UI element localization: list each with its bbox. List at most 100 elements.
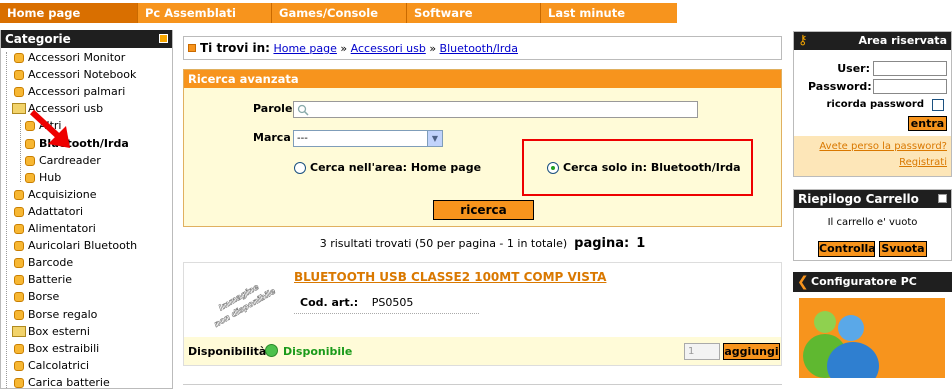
breadcrumb-separator: »: [340, 42, 348, 55]
breadcrumb-link-home[interactable]: Home page: [273, 42, 336, 55]
breadcrumb-square-icon: [188, 44, 196, 52]
bullet-icon: [14, 275, 24, 286]
remember-checkbox[interactable]: [932, 99, 944, 111]
register-link[interactable]: Registrati: [899, 157, 947, 168]
tab-pc-assemblati[interactable]: Pc Assemblati: [137, 3, 271, 23]
user-input[interactable]: [873, 61, 947, 76]
breadcrumb-link-accessori-usb[interactable]: Accessori usb: [351, 42, 426, 55]
sidebar-item-label: Accessori palmari: [28, 85, 126, 99]
configurator-box: ❮ Configuratore PC: [793, 272, 952, 389]
cart-empty-text: Il carrello e' vuoto: [827, 217, 918, 228]
bullet-icon: [14, 87, 24, 98]
product-card: Immagine non disponibile BLUETOOTH USB C…: [183, 262, 782, 366]
bullet-icon: [14, 309, 24, 320]
sidebar-title: Categorie: [5, 32, 71, 46]
bullet-icon: [14, 53, 24, 63]
quantity-input[interactable]: 1: [684, 343, 720, 360]
cart-check-button[interactable]: Controlla: [818, 241, 876, 257]
highlight-box: [522, 139, 753, 196]
brand-label: Marca: [253, 131, 291, 144]
login-button[interactable]: entra: [908, 116, 947, 131]
sidebar-item-label: Calcolatrici: [28, 358, 90, 372]
sidebar-header: Categorie: [1, 30, 172, 48]
sidebar-item-label: Accessori Notebook: [28, 68, 137, 82]
bullet-icon: [14, 292, 24, 303]
product-code: Cod. art.: PS0505: [300, 296, 413, 309]
breadcrumb-link-bluetooth[interactable]: Bluetooth/Irda: [440, 42, 518, 55]
results-count: 3 risultati trovati (50 per pagina - 1 i…: [319, 237, 568, 250]
key-icon: ⚷: [798, 33, 808, 48]
product-code-value: PS0505: [371, 296, 414, 309]
words-label: Parole: [253, 102, 293, 115]
sidebar-item-label: Batterie: [28, 273, 73, 287]
login-box: ⚷ Area riservata User: Password: ricorda…: [793, 31, 952, 177]
folder-icon: [12, 103, 26, 115]
cart-empty-button[interactable]: Svuota: [879, 241, 927, 257]
tab-last-minute[interactable]: Last minute: [540, 3, 677, 23]
search-icon: [297, 104, 309, 116]
add-to-cart-button[interactable]: aggiungi: [723, 343, 780, 360]
bullet-icon: [14, 241, 24, 252]
messenger-people-icon: [803, 311, 879, 378]
password-input[interactable]: [873, 79, 947, 94]
cart-box: Riepilogo Carrello Il carrello e' vuoto …: [793, 189, 952, 261]
image-unavailable-placeholder: Immagine non disponibile: [212, 282, 278, 330]
bullet-icon: [25, 172, 35, 183]
results-summary: 3 risultati trovati (50 per pagina - 1 i…: [183, 236, 782, 251]
top-navigation: Home page Pc Assemblati Games/Console So…: [0, 0, 952, 26]
category-sidebar: Categorie Accessori Monitor Accessori Not…: [0, 30, 173, 389]
search-submit-button[interactable]: ricerca: [433, 200, 534, 220]
sidebar-item-label: Box estraibili: [28, 341, 100, 355]
remember-label: ricorda password: [826, 99, 925, 110]
tree-line: [20, 120, 21, 182]
folder-icon: [12, 325, 26, 337]
availability-value: Disponibile: [283, 345, 353, 358]
configurator-header[interactable]: ❮ Configuratore PC: [793, 272, 952, 292]
radio-search-area[interactable]: [294, 162, 306, 174]
cart-header: Riepilogo Carrello: [794, 190, 951, 208]
radio-search-area-label: Cerca nell'area: Home page: [310, 161, 482, 174]
configurator-title: Configuratore PC: [811, 275, 917, 288]
availability-label: Disponibilità:: [188, 345, 271, 358]
bullet-icon: [14, 360, 24, 371]
lost-password-link[interactable]: Avete perso la password?: [819, 141, 947, 152]
tab-software[interactable]: Software: [406, 3, 540, 23]
login-title: Area riservata: [858, 34, 947, 47]
bullet-icon: [14, 224, 24, 234]
sidebar-item-label: Barcode: [28, 256, 74, 270]
breadcrumb-prefix: Ti trovi in:: [200, 41, 270, 55]
words-input[interactable]: [293, 101, 698, 118]
search-panel-title: Ricerca avanzata: [184, 70, 781, 88]
cart-title: Riepilogo Carrello: [798, 192, 919, 206]
tree-line: [6, 52, 7, 388]
product-code-label: Cod. art.:: [300, 296, 359, 309]
page-label: pagina:: [574, 236, 630, 251]
breadcrumb-separator: »: [429, 42, 437, 55]
bullet-icon: [14, 377, 24, 388]
tab-games-console[interactable]: Games/Console: [271, 3, 406, 23]
red-arrow-icon: [29, 109, 70, 148]
sidebar-item-label: Borse regalo: [28, 307, 98, 321]
sidebar-item-label: Box esterni: [28, 324, 90, 338]
page-number[interactable]: 1: [636, 236, 645, 251]
bullet-icon: [14, 343, 24, 354]
password-help-area: Avete perso la password? Registrati: [794, 136, 951, 176]
sidebar-item-label: Alimentatori: [28, 222, 96, 235]
breadcrumb: Ti trovi in: Home page » Accessori usb »…: [183, 36, 782, 60]
cart-square-icon: [938, 194, 947, 203]
collapse-square-icon[interactable]: [159, 34, 168, 43]
brand-select[interactable]: --- ▼: [293, 130, 443, 147]
bullet-icon: [14, 258, 24, 269]
divider: [183, 384, 782, 385]
bullet-icon: [14, 70, 24, 81]
sidebar-item-label: Acquisizione: [28, 187, 97, 201]
sidebar-item-label: Borse: [28, 290, 60, 304]
brand-select-value: ---: [297, 133, 308, 144]
login-header: ⚷ Area riservata: [794, 32, 951, 50]
sidebar-item-label: Accessori Monitor: [28, 51, 126, 64]
product-title-link[interactable]: BLUETOOTH USB CLASSE2 100MT COMP VISTA: [294, 270, 606, 284]
available-smiley-icon: [265, 344, 278, 357]
chevron-down-icon: ▼: [427, 131, 442, 146]
tab-home-page[interactable]: Home page: [0, 3, 137, 23]
configurator-banner[interactable]: [799, 298, 945, 378]
